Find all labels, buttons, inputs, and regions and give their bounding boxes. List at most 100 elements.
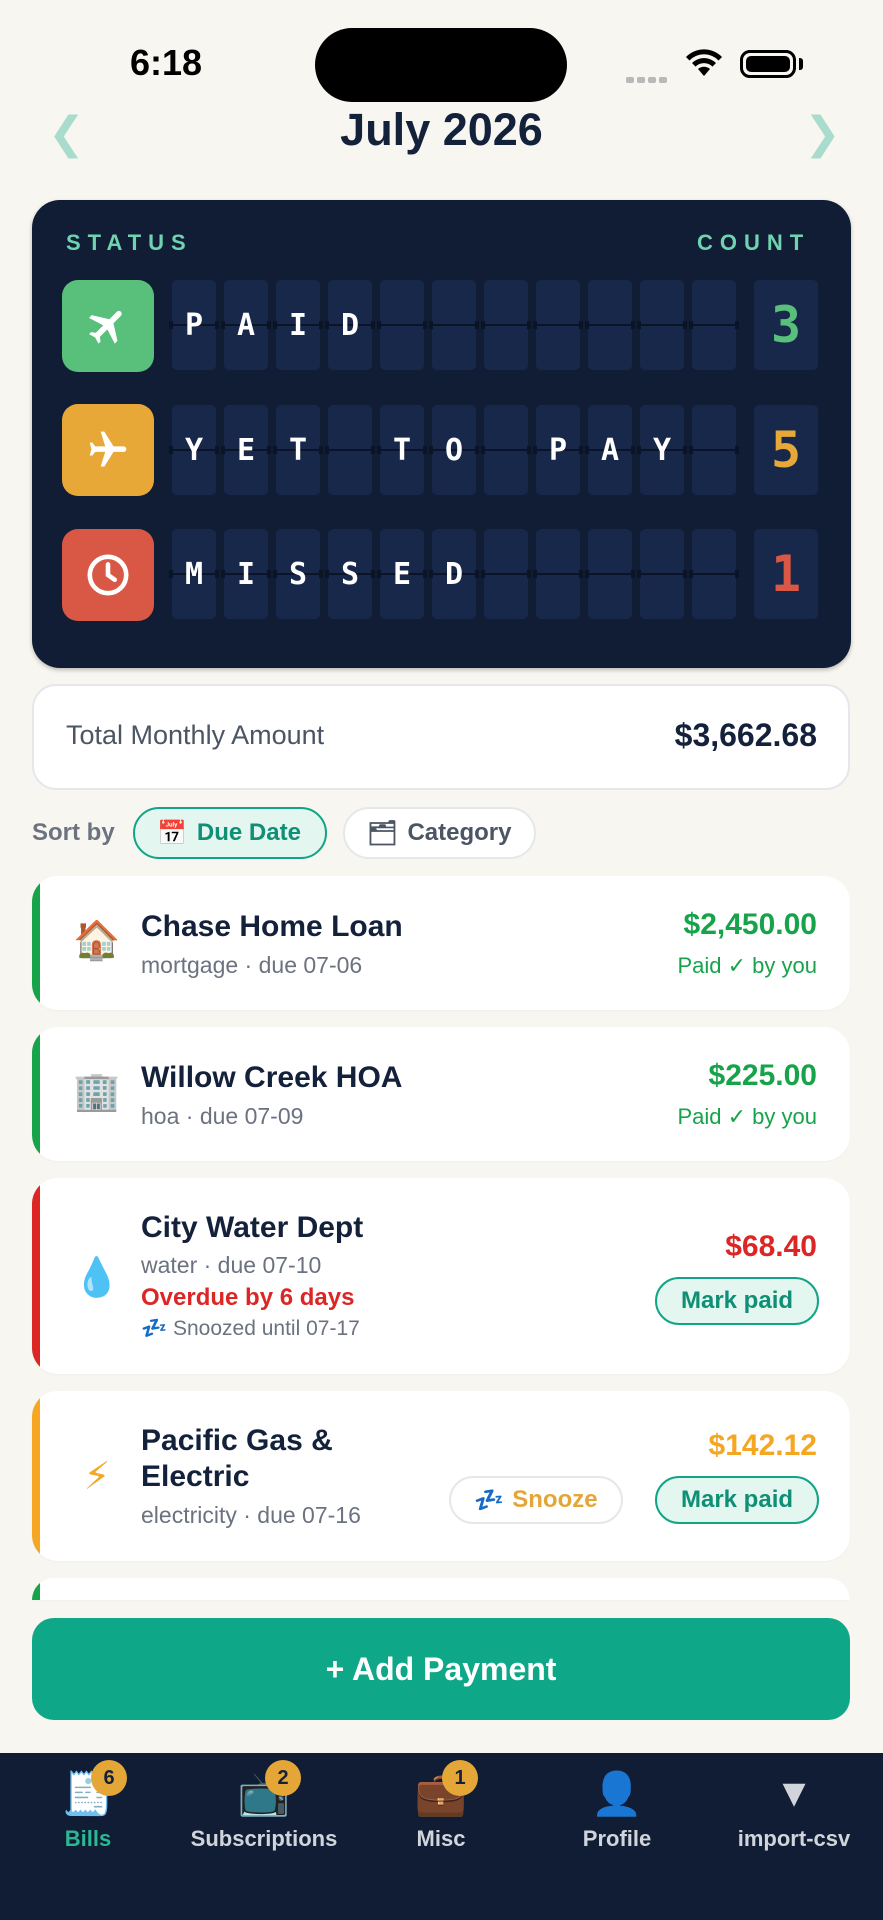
snooze-button[interactable]: 💤 Snooze — [449, 1476, 623, 1524]
snoozed-label: Snoozed until 07-17 — [173, 1317, 360, 1340]
flap-cell: E — [221, 405, 271, 495]
flap-char: T — [392, 432, 412, 468]
month-title: July 2026 — [340, 104, 543, 155]
flap-cell — [637, 529, 687, 619]
flap-cell: I — [221, 529, 271, 619]
paid-count: 3 — [754, 280, 818, 370]
bill-card-partial[interactable] — [32, 1578, 850, 1600]
plane-takeoff-icon — [89, 431, 127, 467]
missed-row-icon — [62, 529, 154, 621]
board-status-header: STATUS — [66, 230, 193, 255]
sort-by-label: Sort by — [32, 819, 115, 846]
bill-amount: $225.00 — [708, 1059, 817, 1092]
flap-cell: A — [221, 280, 271, 370]
flap-cell — [481, 529, 531, 619]
tab-misc[interactable]: 💼 1 Misc — [356, 1760, 526, 1852]
flap-cell — [585, 280, 635, 370]
tab-subscriptions[interactable]: 📺 2 Subscriptions — [179, 1760, 349, 1852]
flap-char: D — [340, 307, 360, 343]
water-drop-icon: 💧 — [73, 1255, 121, 1299]
flap-char: E — [392, 556, 412, 592]
bill-name: City Water Dept — [141, 1211, 364, 1244]
folder-icon: 🗂 — [367, 819, 398, 847]
flap-cell — [689, 405, 739, 495]
flap-cell: P — [169, 280, 219, 370]
bill-subtitle: water · due 07-10 — [141, 1252, 322, 1278]
flap-cell: D — [429, 529, 479, 619]
flap-cell — [637, 280, 687, 370]
bill-amount: $2,450.00 — [683, 908, 817, 941]
bill-subtitle: electricity · due 07-16 — [141, 1502, 361, 1528]
flap-cell — [429, 280, 479, 370]
board-count-header: COUNT — [697, 230, 811, 255]
bill-subtitle: hoa · due 07-09 — [141, 1103, 304, 1129]
flap-cell — [689, 529, 739, 619]
bill-paid-status: Paid ✓ by you — [677, 1104, 817, 1129]
flap-char: O — [444, 432, 464, 468]
snooze-icon: 💤 — [141, 1316, 168, 1340]
total-label: Total Monthly Amount — [66, 720, 325, 750]
sort-category-label: Category — [407, 819, 512, 846]
flap-cell: D — [325, 280, 375, 370]
tab-label: Subscriptions — [190, 1826, 338, 1851]
snoozed-until-text: 💤 Snoozed until 07-17 — [141, 1316, 360, 1341]
lightning-icon: ⚡ — [83, 1454, 111, 1498]
flap-cell: Y — [637, 405, 687, 495]
flap-char: Y — [652, 432, 672, 468]
flap-cell — [533, 280, 583, 370]
battery-icon — [740, 50, 796, 78]
flap-cell: Y — [169, 405, 219, 495]
flap-cell: O — [429, 405, 479, 495]
flap-char: I — [236, 556, 256, 592]
flap-cell: T — [377, 405, 427, 495]
overdue-text: Overdue by 6 days — [141, 1284, 355, 1311]
wifi-icon — [684, 48, 724, 83]
bill-paid-status: Paid ✓ by you — [677, 953, 817, 978]
tab-label: import-csv — [737, 1826, 851, 1851]
flap-cell: E — [377, 529, 427, 619]
paid-row-icon — [62, 280, 154, 372]
house-icon: 🏠 — [73, 918, 121, 962]
snooze-icon: 💤 — [474, 1486, 505, 1514]
flap-char: I — [288, 307, 308, 343]
tab-import-csv[interactable]: ▼ import-csv — [709, 1766, 879, 1852]
snooze-label: Snooze — [512, 1486, 598, 1513]
tab-label: Bills — [64, 1826, 112, 1851]
flap-char: S — [340, 556, 360, 592]
flap-char: S — [288, 556, 308, 592]
flap-cell: A — [585, 405, 635, 495]
calendar-icon: 📅 — [157, 819, 187, 847]
flap-cell — [481, 280, 531, 370]
plane-landing-icon — [89, 310, 122, 344]
mark-paid-button[interactable]: Mark paid — [655, 1476, 819, 1524]
flap-cell — [533, 529, 583, 619]
bill-subtitle: mortgage · due 07-06 — [141, 952, 363, 978]
missed-count: 1 — [754, 529, 818, 619]
total-amount: $3,662.68 — [674, 717, 817, 753]
mark-paid-button[interactable]: Mark paid — [655, 1277, 819, 1325]
flap-char: Y — [184, 432, 204, 468]
bill-name: Chase Home Loan — [141, 910, 403, 943]
add-payment-button[interactable]: + Add Payment — [32, 1618, 850, 1720]
flap-cell: M — [169, 529, 219, 619]
misc-badge: 1 — [442, 1760, 478, 1796]
office-building-icon: 🏢 — [73, 1069, 121, 1113]
sort-due-date-label: Due Date — [196, 819, 301, 846]
flap-cell: I — [273, 280, 323, 370]
next-month-button[interactable]: ❯ — [804, 108, 841, 159]
sort-due-date-chip[interactable]: 📅 Due Date — [133, 807, 327, 859]
tab-profile[interactable]: 👤 Profile — [532, 1766, 702, 1852]
subscriptions-badge: 2 — [265, 1760, 301, 1796]
bill-name-line1: Pacific Gas & — [141, 1424, 333, 1457]
flap-char: D — [444, 556, 464, 592]
status-time: 6:18 — [130, 42, 203, 83]
triangle-down-icon: ▼ — [782, 1776, 806, 1811]
flap-char: P — [548, 432, 568, 468]
tab-label: Profile — [582, 1826, 652, 1851]
bills-badge: 6 — [91, 1760, 127, 1796]
tab-bills[interactable]: 🧾 6 Bills — [3, 1760, 173, 1852]
flap-cell: T — [273, 405, 323, 495]
flap-cell: S — [273, 529, 323, 619]
sort-category-chip[interactable]: 🗂 Category — [343, 807, 536, 859]
flap-cell: S — [325, 529, 375, 619]
